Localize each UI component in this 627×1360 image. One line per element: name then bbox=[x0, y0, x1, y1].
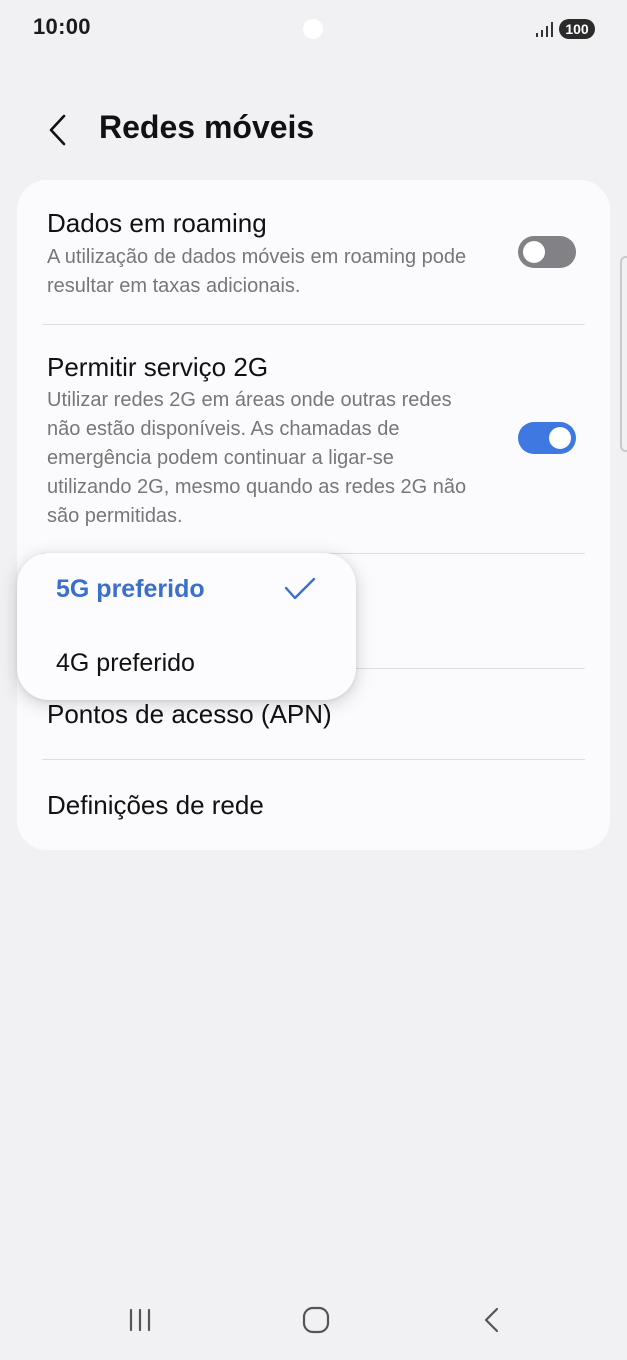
recents-icon bbox=[129, 1308, 151, 1332]
apn-title: Pontos de acesso (APN) bbox=[47, 699, 332, 729]
scroll-handle[interactable] bbox=[620, 256, 627, 452]
header: Redes móveis bbox=[0, 100, 627, 160]
home-icon bbox=[302, 1306, 330, 1334]
signal-icon bbox=[536, 22, 553, 37]
allow-2g-title: Permitir serviço 2G bbox=[47, 352, 269, 382]
popup-option-5g[interactable]: 5G preferido bbox=[17, 561, 356, 621]
roaming-toggle[interactable] bbox=[518, 236, 576, 268]
chevron-left-icon bbox=[49, 114, 66, 146]
roaming-title: Dados em roaming bbox=[47, 208, 267, 238]
back-icon bbox=[484, 1307, 499, 1333]
settings-card: Dados em roaming A utilização de dados m… bbox=[17, 180, 610, 850]
roaming-row[interactable]: Dados em roaming A utilização de dados m… bbox=[17, 180, 610, 324]
allow-2g-row[interactable]: Permitir serviço 2G Utilizar redes 2G em… bbox=[17, 325, 610, 553]
status-time: 10:00 bbox=[33, 14, 91, 39]
home-button[interactable] bbox=[294, 1300, 338, 1340]
allow-2g-subtitle: Utilizar redes 2G em áreas onde outras r… bbox=[47, 389, 467, 527]
popup-option-4g[interactable]: 4G preferido bbox=[17, 635, 356, 695]
allow-2g-toggle[interactable] bbox=[518, 422, 576, 454]
network-settings-row[interactable]: Definições de rede bbox=[17, 760, 610, 850]
camera-cutout bbox=[303, 19, 323, 39]
check-icon bbox=[284, 577, 316, 600]
recents-button[interactable] bbox=[118, 1300, 162, 1340]
network-mode-popup: 5G preferido 4G preferido bbox=[17, 553, 356, 700]
back-button[interactable] bbox=[36, 108, 80, 152]
network-settings-title: Definições de rede bbox=[47, 790, 264, 820]
navigation-bar bbox=[0, 1290, 627, 1350]
popup-option-label: 4G preferido bbox=[56, 649, 195, 677]
popup-option-label: 5G preferido bbox=[56, 575, 205, 603]
toggle-knob bbox=[549, 427, 571, 449]
status-bar: 10:00 100 bbox=[0, 0, 627, 58]
battery-badge: 100 bbox=[559, 19, 595, 39]
nav-back-button[interactable] bbox=[470, 1300, 514, 1340]
roaming-subtitle: A utilização de dados móveis em roaming … bbox=[47, 246, 467, 297]
toggle-knob bbox=[523, 241, 545, 263]
page-title: Redes móveis bbox=[99, 109, 315, 145]
